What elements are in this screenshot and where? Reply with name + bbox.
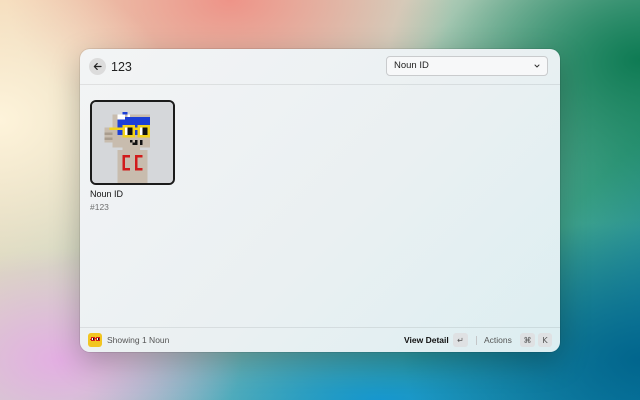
noun-thumbnail: [90, 100, 175, 185]
item-subtitle: #123: [90, 202, 109, 212]
enter-key-hint: ↵: [453, 333, 468, 347]
footer-divider: [476, 336, 477, 345]
noun-image: [92, 102, 173, 183]
back-button[interactable]: [89, 58, 106, 75]
app-window: 123 Noun ID Noun ID #123 Showing 1 Noun …: [80, 49, 560, 352]
arrow-left-icon: [93, 63, 102, 70]
glasses-icon: [90, 337, 100, 341]
footer-status: Showing 1 Noun: [107, 335, 170, 345]
dropdown-selected-value: Noun ID: [394, 60, 429, 71]
footer: Showing 1 Noun View Detail ↵ Actions ⌘ K: [80, 327, 560, 352]
header: 123 Noun ID: [80, 49, 560, 85]
item-title: Noun ID: [90, 189, 124, 199]
view-detail-button[interactable]: View Detail: [404, 335, 449, 346]
nouns-glasses-icon: [88, 333, 102, 347]
actions-button[interactable]: Actions: [484, 335, 512, 346]
chevron-down-icon: [534, 64, 540, 68]
filter-dropdown[interactable]: Noun ID: [386, 56, 548, 76]
cmd-key-hint: ⌘: [520, 333, 535, 347]
k-key-hint: K: [538, 333, 552, 347]
search-input[interactable]: 123: [111, 59, 132, 75]
